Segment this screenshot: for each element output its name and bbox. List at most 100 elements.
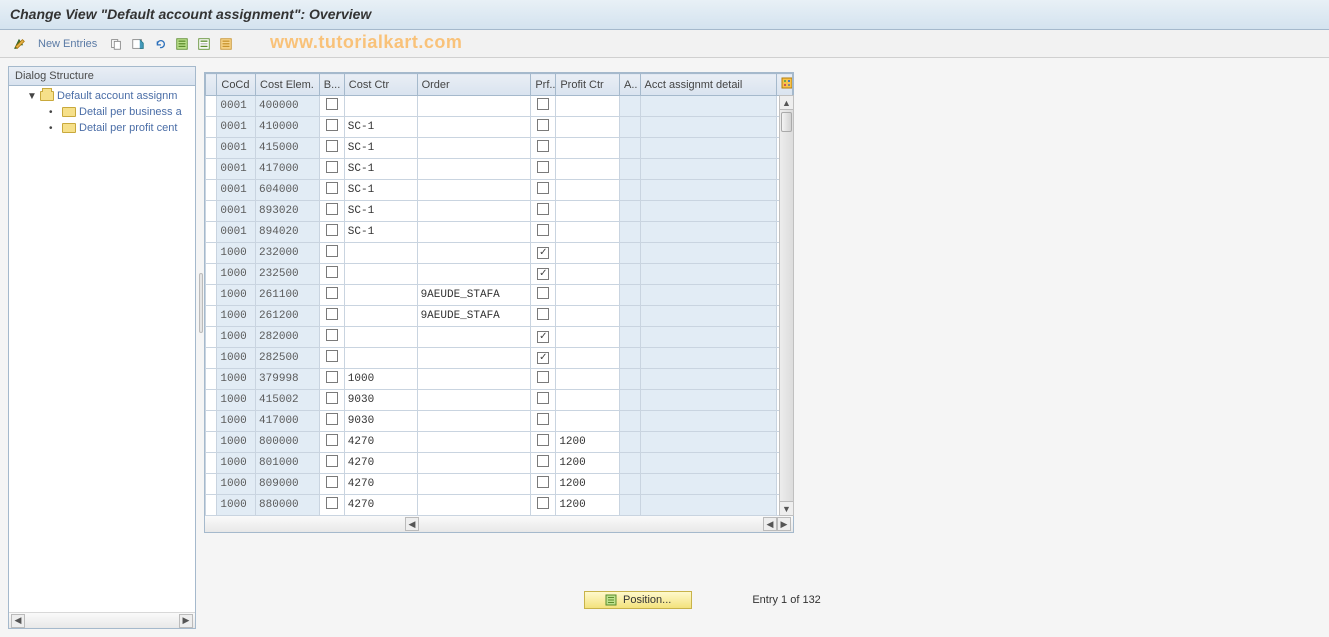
cell-b-checkbox[interactable] (319, 432, 344, 453)
row-selector[interactable] (206, 243, 217, 264)
cell-order[interactable] (417, 180, 531, 201)
row-selector-header[interactable] (206, 74, 217, 96)
cell-profit-ctr[interactable] (556, 138, 620, 159)
cell-prf-checkbox[interactable] (531, 453, 556, 474)
scroll-left-icon[interactable]: ◀ (11, 614, 25, 628)
cell-b-checkbox[interactable] (319, 117, 344, 138)
tree-item-detail-business[interactable]: • Detail per business a (9, 104, 195, 120)
cell-prf-checkbox[interactable] (531, 117, 556, 138)
cell-b-checkbox[interactable] (319, 96, 344, 117)
cell-profit-ctr[interactable] (556, 180, 620, 201)
cell-prf-checkbox[interactable] (531, 411, 556, 432)
col-prf[interactable]: Prf... (531, 74, 556, 96)
cell-order[interactable] (417, 369, 531, 390)
row-selector[interactable] (206, 432, 217, 453)
cell-cost-ctr[interactable]: 1000 (344, 369, 417, 390)
scroll-right-icon[interactable]: ▶ (179, 614, 193, 628)
cell-b-checkbox[interactable] (319, 474, 344, 495)
cell-order[interactable] (417, 117, 531, 138)
row-selector[interactable] (206, 369, 217, 390)
cell-acct-detail[interactable] (640, 348, 777, 369)
row-selector[interactable] (206, 117, 217, 138)
table-hscrollbar[interactable]: ◀ ◀ ▶ (205, 516, 793, 532)
cell-prf-checkbox[interactable] (531, 201, 556, 222)
scroll-up-icon[interactable]: ▲ (780, 96, 793, 110)
cell-profit-ctr[interactable] (556, 411, 620, 432)
cell-acct-detail[interactable] (640, 117, 777, 138)
row-selector[interactable] (206, 138, 217, 159)
row-selector[interactable] (206, 180, 217, 201)
cell-cost-ctr[interactable] (344, 264, 417, 285)
tree-hscrollbar[interactable]: ◀ ▶ (9, 612, 195, 628)
row-selector[interactable] (206, 453, 217, 474)
cell-cost-ctr[interactable] (344, 96, 417, 117)
cell-b-checkbox[interactable] (319, 159, 344, 180)
cell-cost-ctr[interactable] (344, 348, 417, 369)
cell-cost-ctr[interactable]: 4270 (344, 453, 417, 474)
cell-prf-checkbox[interactable] (531, 432, 556, 453)
cell-acct-detail[interactable] (640, 243, 777, 264)
cell-order[interactable] (417, 138, 531, 159)
col-profit-ctr[interactable]: Profit Ctr (556, 74, 620, 96)
table-config-button[interactable] (777, 74, 793, 96)
cell-order[interactable]: 9AEUDE_STAFA (417, 306, 531, 327)
col-acct-detail[interactable]: Acct assignmt detail (640, 74, 777, 96)
row-selector[interactable] (206, 327, 217, 348)
cell-profit-ctr[interactable] (556, 96, 620, 117)
cell-order[interactable]: 9AEUDE_STAFA (417, 285, 531, 306)
cell-b-checkbox[interactable] (319, 306, 344, 327)
cell-prf-checkbox[interactable] (531, 390, 556, 411)
row-selector[interactable] (206, 390, 217, 411)
cell-acct-detail[interactable] (640, 432, 777, 453)
cell-prf-checkbox[interactable] (531, 222, 556, 243)
cell-profit-ctr[interactable] (556, 222, 620, 243)
scroll-right-icon[interactable]: ▶ (777, 517, 791, 531)
row-selector[interactable] (206, 159, 217, 180)
row-selector[interactable] (206, 264, 217, 285)
cell-profit-ctr[interactable] (556, 243, 620, 264)
cell-b-checkbox[interactable] (319, 453, 344, 474)
delete-icon[interactable] (129, 35, 147, 53)
scroll-down-icon[interactable]: ▼ (780, 501, 793, 515)
cell-b-checkbox[interactable] (319, 180, 344, 201)
row-selector[interactable] (206, 201, 217, 222)
cell-order[interactable] (417, 243, 531, 264)
col-a[interactable]: A.. (620, 74, 640, 96)
scroll-left2-icon[interactable]: ◀ (763, 517, 777, 531)
cell-acct-detail[interactable] (640, 138, 777, 159)
col-cost-elem[interactable]: Cost Elem. (256, 74, 320, 96)
cell-acct-detail[interactable] (640, 390, 777, 411)
position-button[interactable]: Position... (584, 591, 692, 609)
cell-b-checkbox[interactable] (319, 201, 344, 222)
new-entries-button[interactable]: New Entries (38, 38, 97, 50)
cell-profit-ctr[interactable] (556, 159, 620, 180)
col-order[interactable]: Order (417, 74, 531, 96)
cell-acct-detail[interactable] (640, 474, 777, 495)
cell-cost-ctr[interactable] (344, 327, 417, 348)
cell-cost-ctr[interactable] (344, 285, 417, 306)
cell-acct-detail[interactable] (640, 453, 777, 474)
cell-prf-checkbox[interactable] (531, 474, 556, 495)
cell-profit-ctr[interactable] (556, 285, 620, 306)
cell-profit-ctr[interactable] (556, 117, 620, 138)
cell-order[interactable] (417, 453, 531, 474)
cell-prf-checkbox[interactable] (531, 495, 556, 516)
cell-order[interactable] (417, 222, 531, 243)
row-selector[interactable] (206, 285, 217, 306)
tree-root-default-account[interactable]: ▼ Default account assignm (9, 88, 195, 104)
cell-prf-checkbox[interactable] (531, 159, 556, 180)
cell-b-checkbox[interactable] (319, 243, 344, 264)
cell-acct-detail[interactable] (640, 285, 777, 306)
cell-order[interactable] (417, 474, 531, 495)
col-cocd[interactable]: CoCd (217, 74, 256, 96)
cell-profit-ctr[interactable]: 1200 (556, 495, 620, 516)
deselect-all-icon[interactable] (217, 35, 235, 53)
copy-icon[interactable] (107, 35, 125, 53)
cell-order[interactable] (417, 264, 531, 285)
cell-acct-detail[interactable] (640, 411, 777, 432)
cell-cost-ctr[interactable]: 4270 (344, 474, 417, 495)
cell-b-checkbox[interactable] (319, 411, 344, 432)
cell-b-checkbox[interactable] (319, 264, 344, 285)
table-vscrollbar[interactable]: ▲ ▼ (779, 95, 794, 516)
cell-order[interactable] (417, 327, 531, 348)
